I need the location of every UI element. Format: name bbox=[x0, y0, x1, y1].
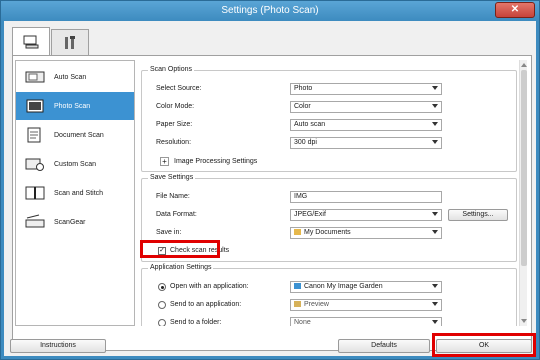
chevron-down-icon bbox=[432, 140, 438, 144]
settings-content: Scan Options Select Source: Photo Color … bbox=[139, 60, 527, 326]
send-to-folder-dropdown[interactable]: None bbox=[290, 317, 442, 326]
instructions-button[interactable]: Instructions bbox=[10, 339, 106, 353]
highlight-check-scan-results bbox=[140, 240, 220, 258]
sidebar-item-auto-scan[interactable]: Auto Scan bbox=[16, 63, 134, 91]
section-title: Application Settings bbox=[148, 264, 214, 271]
color-mode-dropdown[interactable]: Color bbox=[290, 101, 442, 113]
sidebar-item-label: ScanGear bbox=[54, 218, 86, 226]
chevron-down-icon bbox=[432, 212, 438, 216]
custom-scan-icon bbox=[24, 155, 46, 173]
document-scan-icon bbox=[24, 126, 46, 144]
client-area: Auto Scan Photo Scan Document Scan Custo… bbox=[4, 21, 536, 356]
scan-and-stitch-icon bbox=[24, 184, 46, 202]
paper-size-dropdown[interactable]: Auto scan bbox=[290, 119, 442, 131]
preview-app-icon bbox=[294, 301, 301, 308]
chevron-down-icon bbox=[432, 86, 438, 90]
scroll-down-arrow-icon[interactable] bbox=[521, 319, 527, 323]
section-title: Save Settings bbox=[148, 174, 196, 181]
auto-scan-icon bbox=[24, 68, 46, 86]
send-to-application-radio[interactable] bbox=[158, 301, 166, 309]
image-processing-label: Image Processing Settings bbox=[174, 158, 258, 165]
sidebar-item-label: Scan and Stitch bbox=[54, 189, 104, 197]
send-to-application-dropdown[interactable]: Preview bbox=[290, 299, 442, 311]
title-bar: Settings (Photo Scan) ✕ bbox=[1, 1, 539, 21]
tab-scan-settings[interactable] bbox=[12, 27, 50, 56]
data-format-value: JPEG/Exif bbox=[294, 211, 326, 218]
scroll-thumb[interactable] bbox=[521, 70, 527, 266]
tools-icon bbox=[65, 35, 75, 49]
color-mode-label: Color Mode: bbox=[156, 103, 195, 110]
save-in-dropdown[interactable]: My Documents bbox=[290, 227, 442, 239]
data-format-dropdown[interactable]: JPEG/Exif bbox=[290, 209, 442, 221]
window-title: Settings (Photo Scan) bbox=[221, 5, 319, 16]
sidebar-item-photo-scan[interactable]: Photo Scan bbox=[16, 92, 134, 120]
close-button[interactable]: ✕ bbox=[495, 2, 535, 18]
canon-app-icon bbox=[294, 283, 301, 290]
highlight-ok-button bbox=[432, 333, 536, 357]
save-in-label: Save in: bbox=[156, 229, 182, 236]
settings-window: Settings (Photo Scan) ✕ Auto Scan Photo … bbox=[0, 0, 540, 360]
file-name-label: File Name: bbox=[156, 193, 190, 200]
open-with-application-label: Open with an application: bbox=[170, 283, 249, 290]
send-to-folder-radio[interactable] bbox=[158, 319, 166, 326]
resolution-dropdown[interactable]: 300 dpi bbox=[290, 137, 442, 149]
application-settings-section: Application Settings Open with an applic… bbox=[141, 264, 517, 326]
paper-size-label: Paper Size: bbox=[156, 121, 193, 128]
section-title: Scan Options bbox=[148, 66, 195, 73]
send-to-folder-label: Send to a folder: bbox=[170, 319, 222, 326]
photo-scan-icon bbox=[24, 97, 46, 115]
tab-general-settings[interactable] bbox=[51, 29, 89, 55]
scan-type-sidebar: Auto Scan Photo Scan Document Scan Custo… bbox=[15, 60, 135, 326]
scroll-up-arrow-icon[interactable] bbox=[521, 63, 527, 67]
select-source-dropdown[interactable]: Photo bbox=[290, 83, 442, 95]
sidebar-item-document-scan[interactable]: Document Scan bbox=[16, 121, 134, 149]
open-with-application-value: Canon My Image Garden bbox=[304, 283, 383, 290]
scanner-computer-icon bbox=[23, 35, 39, 49]
chevron-down-icon bbox=[432, 122, 438, 126]
sidebar-item-scangear[interactable]: ScanGear bbox=[16, 208, 134, 236]
sidebar-item-custom-scan[interactable]: Custom Scan bbox=[16, 150, 134, 178]
sidebar-item-label: Document Scan bbox=[54, 131, 104, 139]
file-name-field[interactable]: IMG bbox=[290, 191, 442, 203]
resolution-value: 300 dpi bbox=[294, 139, 317, 146]
send-to-application-value: Preview bbox=[304, 301, 329, 308]
data-format-label: Data Format: bbox=[156, 211, 197, 218]
chevron-down-icon bbox=[432, 302, 438, 306]
send-to-application-label: Send to an application: bbox=[170, 301, 242, 308]
save-in-value: My Documents bbox=[304, 229, 351, 236]
select-source-value: Photo bbox=[294, 85, 313, 92]
sidebar-item-scan-and-stitch[interactable]: Scan and Stitch bbox=[16, 179, 134, 207]
resolution-label: Resolution: bbox=[156, 139, 192, 146]
chevron-down-icon bbox=[432, 284, 438, 288]
sidebar-item-label: Photo Scan bbox=[54, 102, 91, 110]
open-with-application-radio[interactable] bbox=[158, 283, 166, 291]
chevron-down-icon bbox=[432, 104, 438, 108]
scangear-icon bbox=[24, 213, 46, 231]
expand-image-processing-button[interactable]: + bbox=[160, 157, 169, 166]
folder-icon bbox=[294, 229, 301, 236]
open-with-application-dropdown[interactable]: Canon My Image Garden bbox=[290, 281, 442, 293]
send-to-folder-value: None bbox=[294, 319, 311, 326]
settings-panel: Auto Scan Photo Scan Document Scan Custo… bbox=[12, 55, 532, 351]
sidebar-item-label: Custom Scan bbox=[54, 160, 97, 168]
defaults-button[interactable]: Defaults bbox=[338, 339, 430, 353]
content-scrollbar[interactable] bbox=[519, 60, 527, 326]
scan-options-section: Scan Options Select Source: Photo Color … bbox=[141, 66, 517, 172]
sidebar-item-label: Auto Scan bbox=[54, 73, 87, 81]
select-source-label: Select Source: bbox=[156, 85, 202, 92]
data-format-settings-button[interactable]: Settings... bbox=[448, 209, 508, 221]
chevron-down-icon bbox=[432, 320, 438, 324]
paper-size-value: Auto scan bbox=[294, 121, 326, 128]
color-mode-value: Color bbox=[294, 103, 311, 110]
chevron-down-icon bbox=[432, 230, 438, 234]
